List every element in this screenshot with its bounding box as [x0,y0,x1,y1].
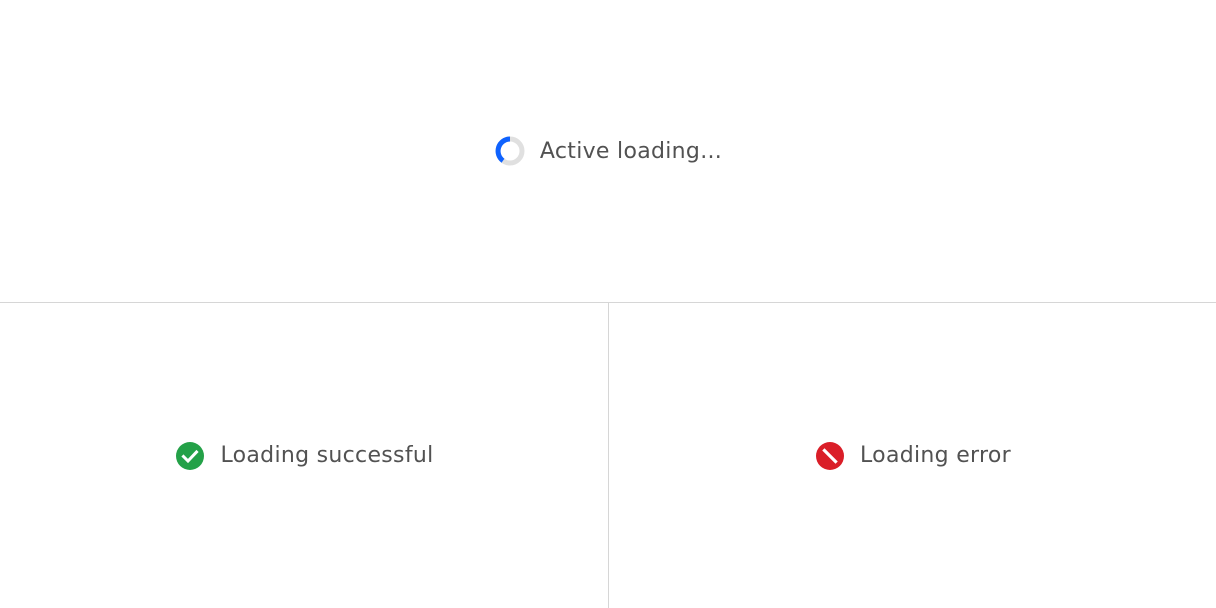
success-loading-panel: Loading successful [0,303,608,608]
inline-loading-success: Loading successful [174,440,433,472]
active-loading-label: Active loading... [539,138,723,164]
error-filled-icon [814,440,846,472]
inline-loading-active: Active loading... [494,135,722,167]
success-loading-label: Loading successful [220,443,434,468]
checkmark-filled-icon [174,440,206,472]
active-loading-panel: Active loading... [0,0,1216,302]
inline-loading-error: Loading error [814,440,1011,472]
error-loading-panel: Loading error [609,303,1216,608]
spinner-icon [494,135,526,167]
error-loading-label: Loading error [860,443,1011,468]
